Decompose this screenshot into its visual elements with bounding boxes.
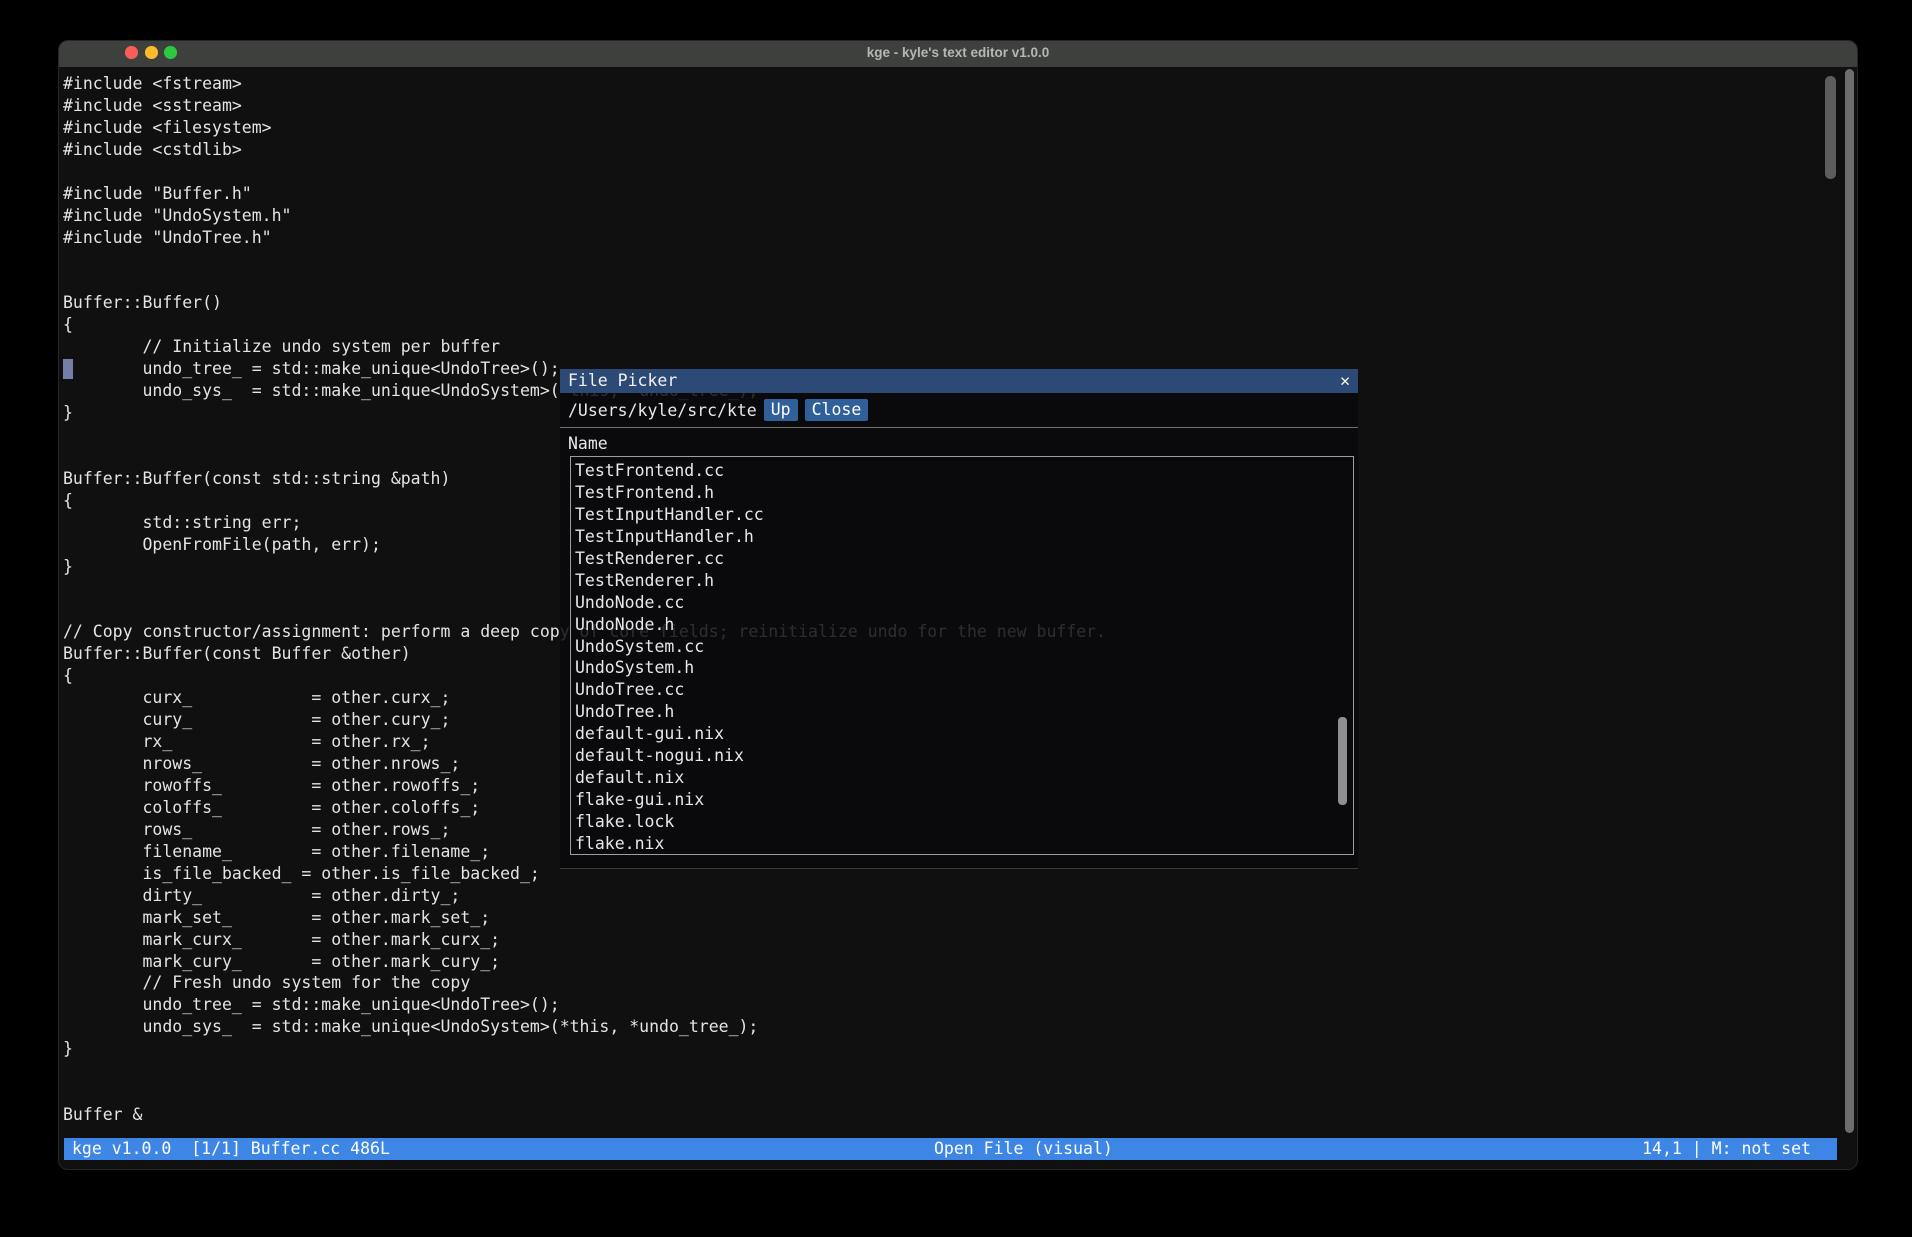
file-picker-titlebar[interactable]: File Picker ✕	[560, 369, 1358, 393]
editor-window: kge - kyle's text editor v1.0.0 #include…	[58, 40, 1858, 1170]
text-cursor	[63, 359, 73, 379]
file-list-item[interactable]: UndoNode.cc	[575, 592, 1353, 614]
code-line: Buffer::Buffer()	[63, 292, 1106, 314]
code-line	[63, 161, 1106, 183]
code-line: mark_curx_ = other.mark_curx_;	[63, 929, 1106, 951]
status-file-info: kge v1.0.0 [1/1] Buffer.cc 486L	[72, 1138, 390, 1160]
status-bar: kge v1.0.0 [1/1] Buffer.cc 486L Open Fil…	[64, 1138, 1837, 1160]
file-list-item[interactable]: TestInputHandler.cc	[575, 504, 1353, 526]
code-line: #include "Buffer.h"	[63, 183, 1106, 205]
file-list-item[interactable]: flake.lock	[575, 811, 1353, 833]
file-list[interactable]: TestFrontend.ccTestFrontend.hTestInputHa…	[570, 456, 1354, 855]
file-list-item[interactable]: UndoTree.h	[575, 701, 1353, 723]
file-list-scrollbar-thumb[interactable]	[1338, 717, 1347, 805]
path-separator	[560, 427, 1358, 428]
code-line: mark_cury_ = other.mark_cury_;	[63, 951, 1106, 973]
file-list-item[interactable]: UndoNode.h	[575, 614, 1353, 636]
code-line: // Initialize undo system per buffer	[63, 336, 1106, 358]
dialog-close-icon[interactable]: ✕	[1340, 371, 1350, 390]
file-list-item[interactable]: default-gui.nix	[575, 723, 1353, 745]
file-list-item[interactable]: TestRenderer.h	[575, 570, 1353, 592]
name-column-header: Name	[568, 434, 608, 453]
editor-scrollbar-rail[interactable]	[1845, 69, 1854, 1133]
editor-scrollbar-thumb[interactable]	[1825, 76, 1836, 179]
file-list-item[interactable]: UndoSystem.cc	[575, 636, 1353, 658]
screen: kge - kyle's text editor v1.0.0 #include…	[0, 0, 1912, 1237]
file-list-item[interactable]: default.nix	[575, 767, 1353, 789]
close-button[interactable]: Close	[805, 399, 869, 421]
status-cursor-position: 14,1 | M: not set	[1642, 1138, 1811, 1160]
code-line	[63, 1060, 1106, 1082]
code-line: #include "UndoTree.h"	[63, 227, 1106, 249]
file-list-item[interactable]: default-nogui.nix	[575, 745, 1353, 767]
code-line: #include <filesystem>	[63, 117, 1106, 139]
code-line: undo_sys_ = std::make_unique<UndoSystem>…	[63, 1016, 1106, 1038]
path-row: /Users/kyle/src/kte Up Close	[568, 399, 868, 421]
code-line: #include <sstream>	[63, 95, 1106, 117]
window-titlebar[interactable]: kge - kyle's text editor v1.0.0	[59, 41, 1857, 67]
code-line	[63, 270, 1106, 292]
file-list-item[interactable]: TestInputHandler.h	[575, 526, 1353, 548]
status-mode: Open File (visual)	[934, 1138, 1113, 1160]
file-list-item[interactable]: UndoSystem.h	[575, 657, 1353, 679]
file-list-item[interactable]: TestFrontend.h	[575, 482, 1353, 504]
code-line: undo_tree_ = std::make_unique<UndoTree>(…	[63, 994, 1106, 1016]
code-line: Buffer &	[63, 1104, 1106, 1126]
file-list-item[interactable]: TestFrontend.cc	[575, 460, 1353, 482]
current-path: /Users/kyle/src/kte	[568, 401, 757, 420]
code-line	[63, 249, 1106, 271]
file-picker-title: File Picker	[568, 371, 677, 390]
file-picker-dialog: File Picker ✕ /Users/kyle/src/kte Up Clo…	[560, 369, 1358, 869]
file-list-item[interactable]: TestRenderer.cc	[575, 548, 1353, 570]
code-line: {	[63, 314, 1106, 336]
code-line: dirty_ = other.dirty_;	[63, 885, 1106, 907]
code-line: mark_set_ = other.mark_set_;	[63, 907, 1106, 929]
code-line: #include <fstream>	[63, 73, 1106, 95]
code-line: // Fresh undo system for the copy	[63, 972, 1106, 994]
up-button[interactable]: Up	[764, 399, 798, 421]
code-line: #include "UndoSystem.h"	[63, 205, 1106, 227]
code-line: }	[63, 1038, 1106, 1060]
file-list-item[interactable]: UndoTree.cc	[575, 679, 1353, 701]
file-picker-body: /Users/kyle/src/kte Up Close Name TestFr…	[560, 393, 1358, 869]
window-title: kge - kyle's text editor v1.0.0	[59, 45, 1857, 60]
code-line	[63, 1082, 1106, 1104]
code-line: #include <cstdlib>	[63, 139, 1106, 161]
file-list-item[interactable]: flake.nix	[575, 833, 1353, 855]
file-list-item[interactable]: flake-gui.nix	[575, 789, 1353, 811]
